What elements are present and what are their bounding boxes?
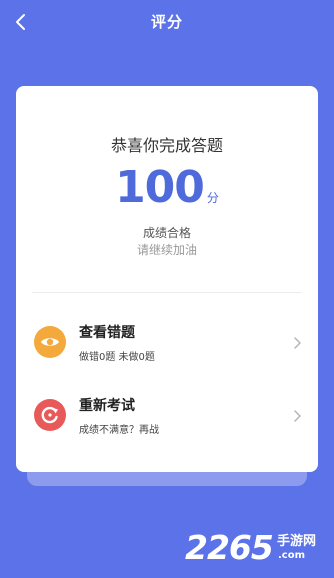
top-bar: 评分 [0,0,334,44]
site-watermark: 2265 手游网 .com [185,528,330,572]
watermark-brand: 2265 [185,528,274,567]
refresh-icon [34,399,66,431]
page-title: 评分 [150,13,183,31]
chevron-right-icon [292,336,302,350]
review-mistakes-subtitle: 做错0题 未做0题 [79,352,155,363]
review-mistakes-title: 查看错题 [79,325,135,341]
retake-exam-subtitle: 成绩不满意？再战 [79,425,159,436]
result-card: 恭喜你完成答题 100分 成绩合格 请继续加油 查看错题 做错0题 未做0题 [16,86,318,472]
retake-exam-title: 重新考试 [79,398,135,414]
congrats-heading: 恭喜你完成答题 [110,136,223,155]
score-value: 100 [115,162,205,213]
watermark-url: .com [278,550,306,561]
score-unit: 分 [206,191,219,205]
result-status: 成绩合格 [142,226,191,240]
score-display: 100 分 [16,162,318,213]
divider [32,292,302,293]
review-mistakes-button[interactable]: 查看错题 做错0题 未做0题 [16,316,318,372]
retake-exam-button[interactable]: 重新考试 成绩不满意？再战 [16,389,318,445]
eye-icon [34,326,66,358]
watermark-brand-cn: 手游网 [277,534,317,549]
encouragement-text: 请继续加油 [136,243,197,257]
chevron-right-icon [292,409,302,423]
